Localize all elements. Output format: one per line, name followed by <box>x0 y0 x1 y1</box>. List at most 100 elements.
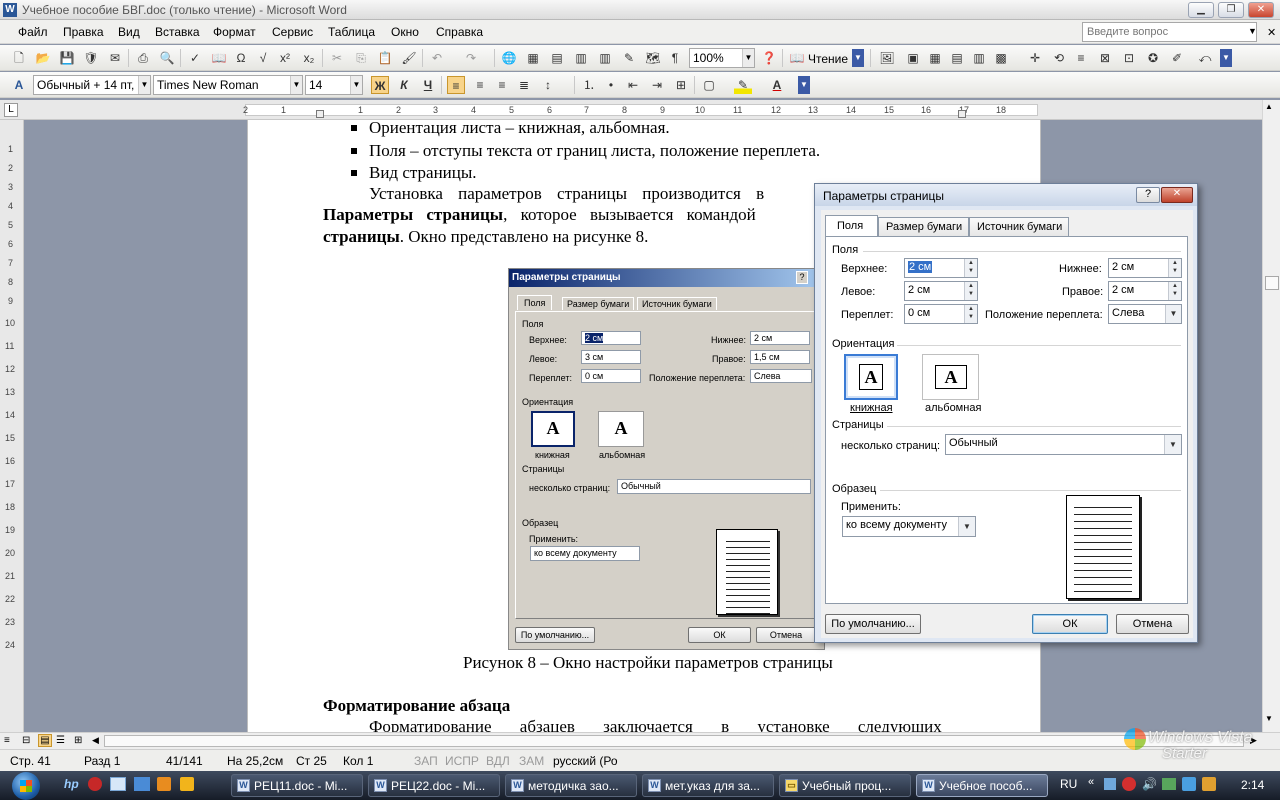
print-preview-icon[interactable]: 🔍 <box>158 49 176 67</box>
redo-icon[interactable]: ↷ <box>462 49 480 67</box>
picture-icon[interactable]: 🖼 <box>878 49 896 67</box>
opera-icon[interactable] <box>88 777 102 791</box>
reading-layout-icon[interactable]: 📖 <box>788 49 806 67</box>
print-layout-icon[interactable]: ▤ <box>38 734 52 747</box>
menu-help[interactable]: Справка <box>436 25 483 39</box>
print-icon[interactable]: ⎙ <box>134 49 152 67</box>
menu-window[interactable]: Окно <box>391 25 419 39</box>
tab-selector-icon[interactable]: L <box>4 103 18 117</box>
battery-icon[interactable] <box>1162 778 1176 790</box>
scroll-left-icon[interactable]: ◀ <box>92 735 99 746</box>
vertical-ruler[interactable]: 1 2 3 4 5 6 7 8 9 10 11 12 13 14 15 16 1… <box>0 120 24 732</box>
show-desktop-icon[interactable] <box>110 777 126 791</box>
compress-icon[interactable]: ⊠ <box>1096 49 1114 67</box>
security-alert-icon[interactable] <box>1122 777 1136 791</box>
underline-button[interactable]: Ч <box>419 76 437 94</box>
close-icon[interactable]: ✕ <box>1248 2 1274 18</box>
bold-button[interactable]: Ж <box>371 76 389 94</box>
tray-app-icon[interactable] <box>1202 777 1216 791</box>
taskbar-button[interactable]: Wметодичка зао... <box>505 774 637 797</box>
restore-icon[interactable]: ❐ <box>1218 2 1244 18</box>
right-indent-marker[interactable] <box>958 110 966 118</box>
symbol-icon[interactable]: Ω <box>232 49 250 67</box>
taskbar-button[interactable]: W РЕЦ11.doc - Mi... <box>231 774 363 797</box>
justify-icon[interactable]: ≣ <box>515 76 533 94</box>
switch-windows-icon[interactable] <box>134 777 150 791</box>
taskbar-button-active[interactable]: W Учебное пособ... <box>916 774 1048 797</box>
hp-icon[interactable]: hp <box>64 777 79 791</box>
help-icon[interactable]: ? <box>1136 187 1160 203</box>
close-document-icon[interactable]: ✕ <box>1267 26 1276 39</box>
outline-view-icon[interactable]: ☰ <box>56 735 65 746</box>
spin-arrows-icon[interactable]: ▲ ▼ <box>964 259 977 277</box>
volume-icon[interactable]: 🔊 <box>1142 777 1157 791</box>
research-icon[interactable]: 📖 <box>210 49 228 67</box>
gutter-position-select[interactable]: Слева ▼ <box>1108 304 1182 324</box>
rotate-icon[interactable]: ⟲ <box>1050 49 1068 67</box>
italic-button[interactable]: К <box>395 76 413 94</box>
paste-icon[interactable]: 📋 <box>376 49 394 67</box>
status-overtype[interactable]: ЗАМ <box>519 754 544 768</box>
picture-toolbar-options-icon[interactable]: ▼ <box>1220 49 1232 67</box>
help-icon[interactable]: ❓ <box>760 49 778 67</box>
subscript-icon[interactable]: x₂ <box>300 49 318 67</box>
apply-select[interactable]: ко всему документу ▼ <box>842 516 976 537</box>
status-extend[interactable]: ВДЛ <box>486 754 510 768</box>
spin-arrows-icon[interactable]: ▲ ▼ <box>964 282 977 300</box>
multiple-pages-select[interactable]: Обычный ▼ <box>945 434 1182 455</box>
formatting-options-icon[interactable]: ▼ <box>798 76 810 94</box>
highlight-icon[interactable]: ✎ <box>734 76 752 94</box>
menu-file[interactable]: Файл <box>18 25 48 39</box>
save-icon[interactable]: 💾 <box>58 49 76 67</box>
ask-question-input[interactable]: Введите вопрос <box>1082 22 1257 42</box>
start-button[interactable] <box>4 771 48 800</box>
hyperlink-icon[interactable]: 🌐 <box>500 49 518 67</box>
increase-indent-icon[interactable]: ⇥ <box>648 76 666 94</box>
tables-borders-icon[interactable]: ▦ <box>524 49 542 67</box>
tab-paper-size[interactable]: Размер бумаги <box>878 217 969 236</box>
line-style-icon[interactable]: ≡ <box>1072 49 1090 67</box>
minimize-icon[interactable]: ▁ <box>1188 2 1214 18</box>
columns-icon[interactable]: ▥ <box>596 49 614 67</box>
font-size-combo[interactable]: 14 ▼ <box>305 75 363 95</box>
status-record[interactable]: ЗАП <box>414 754 438 768</box>
landscape-option[interactable]: A <box>922 354 979 400</box>
tray-expand-icon[interactable]: « <box>1088 776 1094 788</box>
format-painter-icon[interactable]: 🖌 <box>400 49 418 67</box>
left-margin-input[interactable]: 2 см ▲ ▼ <box>904 281 978 301</box>
player-icon[interactable] <box>180 777 194 791</box>
spin-arrows-icon[interactable]: ▲ ▼ <box>1168 259 1181 277</box>
media-icon[interactable] <box>157 777 171 791</box>
insert-excel-icon[interactable]: ▥ <box>572 49 590 67</box>
format-picture-icon[interactable]: ✪ <box>1144 49 1162 67</box>
vertical-scrollbar[interactable]: ▲ ▼ <box>1262 100 1280 732</box>
distribute-icon[interactable]: ▥ <box>970 49 988 67</box>
equation-icon[interactable]: √ <box>254 49 272 67</box>
set-transparent-icon[interactable]: ✐ <box>1168 49 1186 67</box>
chevron-down-icon[interactable]: ▼ <box>958 517 975 536</box>
spelling-icon[interactable]: ✓ <box>186 49 204 67</box>
ok-button[interactable]: ОК <box>1032 614 1108 634</box>
styles-formatting-icon[interactable]: A <box>10 76 28 94</box>
portrait-label[interactable]: книжная <box>850 402 893 414</box>
taskbar-button[interactable]: W РЕЦ22.doc - Mi... <box>368 774 500 797</box>
indent-marker[interactable] <box>316 110 324 118</box>
layout-icon[interactable]: ▦ <box>926 49 944 67</box>
menu-format[interactable]: Формат <box>213 25 256 39</box>
style-combo[interactable]: Обычный + 14 пт, ▼ <box>33 75 151 95</box>
undo-icon[interactable]: ↶ <box>428 49 446 67</box>
chevron-down-icon[interactable]: ▼ <box>1165 305 1181 323</box>
spin-arrows-icon[interactable]: ▲ ▼ <box>964 305 977 323</box>
reading-button[interactable]: Чтение <box>808 52 848 66</box>
tab-paper-source[interactable]: Источник бумаги <box>969 217 1069 236</box>
drawing-icon[interactable]: ✎ <box>620 49 638 67</box>
align-right-icon[interactable]: ≡ <box>493 76 511 94</box>
border-icon[interactable]: ▩ <box>992 49 1010 67</box>
language-indicator[interactable]: RU <box>1060 777 1077 791</box>
chevron-down-icon[interactable]: ▼ <box>290 76 302 94</box>
horizontal-ruler[interactable]: L 2 1 1 2 3 4 5 6 7 8 9 10 11 12 13 14 1… <box>0 100 1280 120</box>
insert-table-icon[interactable]: ▤ <box>548 49 566 67</box>
crop-icon[interactable]: ✛ <box>1026 49 1044 67</box>
menu-insert[interactable]: Вставка <box>155 25 200 39</box>
bottom-margin-input[interactable]: 2 см ▲ ▼ <box>1108 258 1182 278</box>
